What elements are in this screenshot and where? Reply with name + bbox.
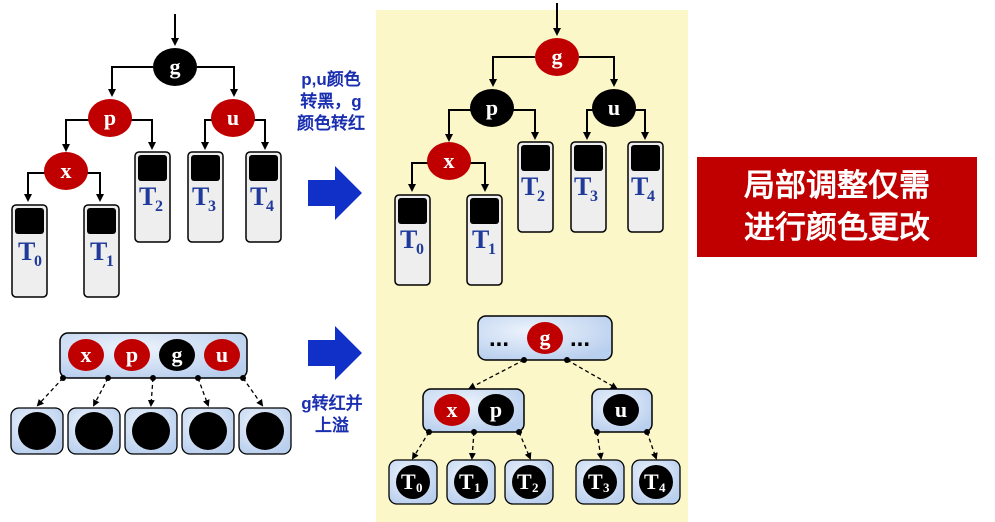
node-after-x: x: [427, 142, 471, 180]
subtree-before-T0: T 0: [11, 204, 48, 298]
svg-text:2: 2: [532, 480, 539, 495]
svg-text:1: 1: [474, 480, 481, 495]
svg-text:T: T: [139, 182, 156, 211]
svg-text:u: u: [216, 342, 228, 367]
svg-text:...: ...: [570, 325, 590, 352]
subtree-after-T2: T 2: [517, 141, 554, 233]
transform-arrow-bottom: [308, 326, 362, 380]
diagram-canvas: T 0 T 1 T 2 T 3 T 4 g p u x T 0 T 1 T 2 …: [10, 3, 688, 522]
svg-text:3: 3: [590, 188, 598, 205]
recolor-caption-line1: p,u颜色: [301, 70, 361, 89]
btree-after-leaf-T1: T 1: [446, 459, 496, 505]
node-before-p: p: [88, 99, 132, 137]
svg-text:g: g: [540, 325, 551, 350]
svg-text:T: T: [250, 182, 267, 211]
svg-text:u: u: [608, 95, 620, 120]
svg-text:2: 2: [155, 198, 163, 215]
svg-text:T: T: [574, 172, 591, 201]
svg-text:T: T: [517, 469, 532, 494]
svg-text:...: ...: [489, 325, 509, 352]
svg-text:0: 0: [34, 253, 42, 270]
recolor-caption-line2: 转黑，g: [300, 92, 362, 111]
svg-text:4: 4: [647, 188, 655, 205]
node-after-g: g: [535, 38, 579, 76]
svg-text:x: x: [81, 342, 92, 367]
btree-after-leaf-T4: T 4: [631, 459, 681, 505]
subtree-before-T4: T 4: [245, 151, 282, 243]
svg-text:2: 2: [537, 188, 545, 205]
svg-text:T: T: [521, 172, 538, 201]
btree-after-right: u: [591, 388, 653, 433]
subtree-after-T3: T 3: [570, 141, 607, 233]
svg-text:0: 0: [416, 241, 424, 258]
overflow-caption: g转红并 上溢: [292, 393, 372, 437]
svg-text:p: p: [126, 342, 138, 367]
svg-text:4: 4: [266, 198, 274, 215]
subtree-after-T1: T 1: [466, 194, 503, 286]
summary-callout: 局部调整仅需 进行颜色更改: [697, 157, 977, 257]
svg-text:T: T: [459, 469, 474, 494]
node-before-x: x: [44, 152, 88, 190]
svg-text:T: T: [401, 469, 416, 494]
svg-text:g: g: [552, 44, 563, 69]
svg-text:3: 3: [208, 198, 216, 215]
svg-text:T: T: [631, 172, 648, 201]
btree-before-supernode: x p g u: [59, 332, 248, 379]
svg-text:g: g: [172, 342, 183, 367]
svg-text:p: p: [104, 105, 116, 130]
svg-text:T: T: [90, 237, 107, 266]
summary-callout-line2: 进行颜色更改: [744, 210, 930, 245]
node-before-g: g: [153, 48, 197, 86]
svg-text:u: u: [227, 105, 239, 130]
subtree-before-T1: T 1: [83, 204, 120, 298]
svg-text:g: g: [170, 54, 181, 79]
node-after-p: p: [470, 89, 514, 127]
btree-before-links: [36, 377, 264, 407]
svg-text:T: T: [192, 182, 209, 211]
subtree-after-T0: T 0: [394, 194, 431, 286]
svg-text:x: x: [444, 148, 455, 173]
svg-text:1: 1: [106, 253, 114, 270]
recolor-caption-line3: 颜色转红: [297, 114, 365, 133]
svg-text:T: T: [644, 469, 659, 494]
overflow-caption-line2: 上溢: [315, 416, 349, 435]
svg-text:p: p: [490, 397, 502, 422]
svg-text:T: T: [400, 225, 417, 254]
svg-text:T: T: [588, 469, 603, 494]
subtree-after-T4: T 4: [627, 141, 664, 233]
overflow-caption-line1: g转红并: [301, 394, 363, 413]
node-after-u: u: [592, 89, 636, 127]
subtree-before-T2: T 2: [134, 151, 171, 243]
svg-text:x: x: [61, 158, 72, 183]
svg-text:x: x: [447, 397, 458, 422]
svg-text:u: u: [615, 397, 627, 422]
summary-callout-line1: 局部调整仅需: [744, 168, 930, 203]
recolor-caption: p,u颜色 转黑，g 颜色转红: [282, 69, 380, 135]
btree-after-leaf-T2: T 2: [504, 459, 554, 505]
subtree-before-T3: T 3: [187, 151, 224, 243]
svg-text:T: T: [18, 237, 35, 266]
btree-after-leaf-T3: T 3: [575, 459, 625, 505]
btree-after-leaf-T0: T 0: [388, 459, 438, 505]
btree-after-parent: ... g ...: [477, 315, 613, 361]
svg-text:1: 1: [488, 241, 496, 258]
btree-before-children: [10, 407, 292, 455]
svg-text:T: T: [472, 225, 489, 254]
btree-after-left: x p: [422, 388, 525, 433]
svg-text:p: p: [486, 95, 498, 120]
transform-arrow-top: [308, 166, 362, 220]
node-before-u: u: [211, 99, 255, 137]
svg-text:3: 3: [603, 480, 610, 495]
svg-text:0: 0: [416, 480, 423, 495]
svg-text:4: 4: [659, 480, 666, 495]
